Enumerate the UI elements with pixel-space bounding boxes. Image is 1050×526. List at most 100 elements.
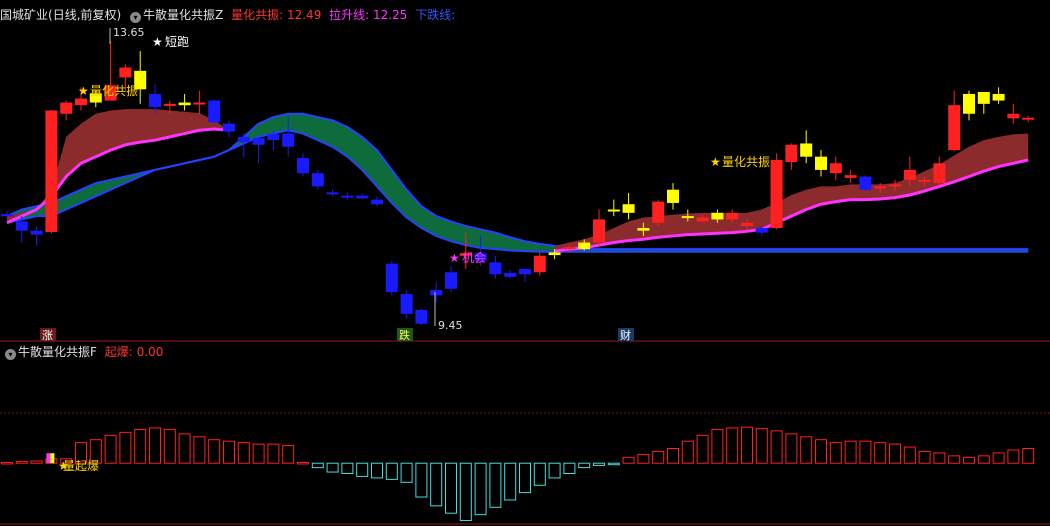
chart-canvas[interactable]: 13.65 9.45 ★ 短跑 ★ 量化共振 ★ 量化共振 ★ 机会 ★ 量起爆… [0, 0, 1050, 526]
oscillator-bar [711, 428, 724, 464]
oscillator-bar [267, 443, 280, 464]
candle-body [297, 158, 309, 174]
oscillator-bar [15, 460, 28, 464]
candle-body [45, 110, 58, 232]
oscillator-bar [829, 442, 842, 464]
candle-body [652, 201, 665, 223]
candle-body [119, 67, 132, 78]
oscillator-bar [548, 462, 561, 479]
oscillator-bar [371, 462, 383, 479]
oscillator-bar [963, 456, 975, 464]
oscillator-bar [134, 428, 147, 464]
candle-body [992, 93, 1005, 101]
resonance-label-2: 量化共振 [722, 155, 770, 169]
candle-body [741, 222, 753, 227]
oscillator-bar [607, 462, 620, 466]
oscillator-bar [785, 433, 798, 464]
candle-body [800, 143, 813, 157]
oscillator-bar [903, 446, 916, 464]
candle-body [726, 212, 739, 220]
oscillator-bar [237, 442, 250, 464]
candle-body [681, 216, 694, 219]
candle-body [60, 102, 73, 114]
candle-body [578, 242, 591, 250]
explosion-label: 量起爆 [63, 459, 99, 473]
oscillator-bar [163, 428, 176, 464]
candle-body [607, 209, 620, 212]
oscillator-bar [667, 448, 679, 464]
oscillator-bar [193, 436, 206, 464]
candle-body [445, 272, 457, 289]
oscillator-bar [593, 462, 605, 466]
candle-body [785, 144, 798, 162]
chance-star-icon: ★ [449, 251, 460, 265]
resonance-label-1: 量化共振 [90, 84, 138, 98]
band-layer [6, 109, 1029, 253]
oscillator-bar [104, 434, 117, 464]
candle-body [859, 176, 872, 190]
candle-body [1, 214, 13, 217]
candle-body [918, 179, 931, 182]
oscillator-bar [178, 433, 191, 464]
candle-body [30, 230, 43, 235]
oscillator-bar [933, 452, 946, 464]
candle-body [696, 217, 709, 222]
oscillator-bar [918, 450, 931, 464]
oscillator-bar [504, 462, 517, 501]
candle-body [933, 163, 946, 184]
candle-body [385, 263, 398, 293]
oscillator-bar [223, 440, 235, 464]
candle-body [844, 175, 857, 178]
candle-body [711, 212, 724, 220]
candle-body [829, 163, 842, 174]
candle-body [311, 173, 324, 187]
candle-body [755, 228, 768, 233]
candle-body [341, 195, 354, 198]
oscillator-bar [800, 436, 813, 464]
oscillator-bar [415, 462, 428, 498]
oscillator-bar [282, 445, 295, 464]
candle-body [948, 105, 961, 151]
candle-body [533, 255, 546, 273]
candle-body [208, 100, 221, 123]
oscillator-bar [252, 443, 265, 464]
oscillator-bar [578, 462, 591, 469]
oscillator-bar [874, 442, 887, 464]
oscillator-bar [652, 450, 665, 464]
oscillator-bar [889, 443, 901, 464]
candle-body [770, 159, 783, 229]
oscillator-bar [726, 427, 739, 464]
oscillator-bar [297, 461, 309, 465]
explosion-marker-magenta [46, 453, 51, 464]
candle-body [563, 247, 576, 250]
oscillator-bar [30, 460, 43, 464]
oscillator-bar [489, 462, 502, 508]
candle-body [963, 93, 975, 114]
oscillator-bar [474, 462, 487, 516]
oscillator-bar [755, 428, 768, 464]
candle-body [163, 103, 176, 106]
oscillator-bar [859, 440, 872, 464]
oscillator-bar [770, 430, 783, 464]
candle-body [667, 189, 679, 203]
candle-body [267, 134, 280, 141]
candle-body [1007, 113, 1020, 119]
candle-body [504, 272, 517, 277]
sprint-star-icon: ★ [152, 35, 163, 49]
tag-die: 跌 [399, 328, 410, 342]
candle-body [75, 98, 87, 106]
high-price-label: 13.65 [113, 26, 145, 39]
oscillator-bar [326, 462, 339, 473]
tag-zhang: 涨 [42, 329, 53, 342]
oscillator-bar [563, 462, 576, 475]
candle-body [977, 91, 990, 104]
oscillator-bar [533, 462, 546, 486]
oscillator-layer [1, 426, 1035, 522]
oscillator-bar [119, 431, 132, 464]
oscillator-bar [1007, 449, 1020, 464]
oscillator-bar [149, 427, 161, 464]
candle-body [356, 195, 369, 199]
oscillator-bar [992, 452, 1005, 464]
oscillator-bar [459, 462, 472, 522]
sprint-label: 短跑 [165, 35, 189, 49]
